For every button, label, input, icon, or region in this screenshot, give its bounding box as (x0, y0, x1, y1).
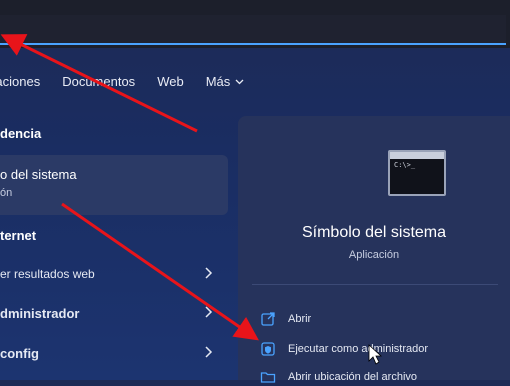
folder-icon (260, 372, 276, 383)
preview-panel: C:\>_ Símbolo del sistema Aplicación Abr… (238, 116, 510, 383)
chevron-down-icon (235, 79, 244, 84)
action-open[interactable]: Abrir (260, 310, 311, 328)
internet-heading: ternet (0, 228, 37, 243)
tab-documentos[interactable]: Documentos (62, 74, 135, 89)
tab-mas[interactable]: Más (206, 74, 245, 89)
app-name: Símbolo del sistema (301, 224, 447, 241)
admin-row[interactable]: dministrador (0, 306, 79, 321)
action-open-location[interactable]: Abrir ubicación del archivo (260, 368, 417, 386)
action-run-as-admin-label: Ejecutar como administrador (288, 343, 429, 355)
shield-icon (261, 342, 275, 356)
action-open-location-label: Abrir ubicación del archivo (288, 371, 418, 383)
web-results-row[interactable]: er resultados web (0, 267, 95, 281)
command-prompt-icon: C:\>_ (388, 150, 446, 196)
taskbar-top (0, 0, 510, 48)
chevron-right-icon[interactable] (203, 305, 215, 319)
icon-titlebar (390, 152, 444, 159)
chevron-right-icon[interactable] (203, 345, 215, 359)
open-external-icon (261, 312, 275, 326)
tab-mas-label: Más (205, 73, 231, 89)
action-open-label: Abrir (288, 313, 312, 325)
icon-prompt-text: C:\>_ (394, 161, 416, 169)
config-row[interactable]: config (0, 346, 39, 361)
divider (252, 284, 498, 285)
best-match-item[interactable]: o del sistema ón (0, 155, 228, 215)
best-match-item-subtitle: ón (0, 187, 13, 199)
tab-web[interactable]: Web (157, 74, 184, 89)
best-match-item-title: o del sistema (0, 167, 77, 182)
filter-tabs: icaciones Documentos Web Más (0, 68, 266, 94)
app-type: Aplicación (348, 249, 400, 261)
best-match-heading: dencia (0, 126, 42, 141)
search-input[interactable] (0, 15, 506, 45)
action-run-as-admin[interactable]: Ejecutar como administrador (260, 340, 428, 358)
chevron-right-icon[interactable] (203, 266, 215, 280)
tab-aplicaciones[interactable]: icaciones (0, 74, 40, 89)
